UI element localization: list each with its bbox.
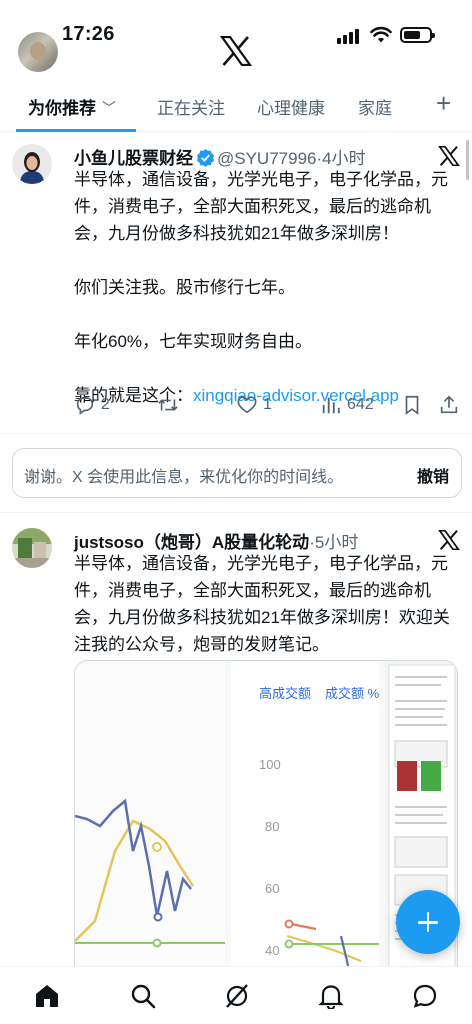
x-logo-icon xyxy=(438,146,460,166)
battery-icon xyxy=(400,27,435,43)
wifi-icon xyxy=(370,26,392,43)
compose-post-button[interactable] xyxy=(396,890,460,954)
views-icon xyxy=(322,397,340,414)
like-count: 1 xyxy=(263,396,272,413)
avatar-image xyxy=(12,528,52,568)
post-text: 半导体，通信设备，光学光电子，电子化学品，元件，消费电子，全部大面积死叉，最后的… xyxy=(74,170,448,405)
media-image-1[interactable] xyxy=(75,661,225,979)
feedback-message: 谢谢。X 会使用此信息，来优化你的时间线。 xyxy=(24,469,344,486)
post[interactable]: 小鱼儿股票财经 @SYU77996·4小时 半导体，通信设备，光学光电子，电子化学… xyxy=(0,132,472,432)
reply-count: 2 xyxy=(101,396,110,413)
like-button[interactable]: 1 xyxy=(236,394,272,416)
reply-button[interactable]: 2 xyxy=(74,394,110,416)
tab-for-you[interactable]: 为你推荐 ﹀ xyxy=(28,94,116,119)
home-icon[interactable] xyxy=(34,983,60,1009)
tab-following[interactable]: 正在关注 xyxy=(157,94,225,119)
repost-icon xyxy=(158,399,178,411)
add-tab-icon[interactable]: + xyxy=(436,88,451,119)
post-actions: 2 1 642 xyxy=(74,394,464,422)
divider xyxy=(0,433,472,434)
chevron-down-icon: ﹀ xyxy=(102,100,116,116)
notifications-icon[interactable] xyxy=(318,983,344,1009)
tab-family[interactable]: 家庭 xyxy=(358,94,392,119)
post-text: 半导体，通信设备，光学光电子，电子化学品，元件，消费电子，全部大面积死叉，最后的… xyxy=(74,554,450,654)
heart-icon xyxy=(237,396,257,414)
avatar[interactable] xyxy=(12,144,52,184)
grok-icon[interactable] xyxy=(224,983,250,1009)
chart-thumbnail-2 xyxy=(284,919,379,979)
repost-button[interactable] xyxy=(156,394,185,416)
x-logo-icon xyxy=(438,530,460,550)
views-button[interactable]: 642 xyxy=(320,394,374,416)
x-logo-icon xyxy=(220,36,252,66)
feedback-card: 谢谢。X 会使用此信息，来优化你的时间线。 撤销 xyxy=(12,448,462,498)
avatar-image xyxy=(12,144,52,184)
tab-mental-health[interactable]: 心理健康 xyxy=(257,94,325,119)
messages-icon[interactable] xyxy=(412,983,438,1009)
media-image-2[interactable]: 高成交额 成交额 % 100 80 60 40 xyxy=(231,661,379,979)
share-icon[interactable] xyxy=(438,394,460,416)
divider xyxy=(0,512,472,513)
bottom-navigation xyxy=(0,966,472,1024)
bookmark-icon[interactable] xyxy=(402,394,422,416)
status-time: 17:26 xyxy=(62,23,115,45)
view-count: 642 xyxy=(347,396,374,413)
cellular-signal-icon xyxy=(337,28,363,44)
profile-avatar[interactable] xyxy=(18,32,58,72)
timeline-tabs: 为你推荐 ﹀ 正在关注 心理健康 家庭 + xyxy=(0,86,472,132)
avatar[interactable] xyxy=(12,528,52,568)
reply-icon xyxy=(76,396,94,415)
verified-badge-icon xyxy=(196,148,215,167)
chart-thumbnail-1 xyxy=(75,798,225,948)
undo-button[interactable]: 撤销 xyxy=(417,463,449,487)
search-icon[interactable] xyxy=(130,983,156,1009)
